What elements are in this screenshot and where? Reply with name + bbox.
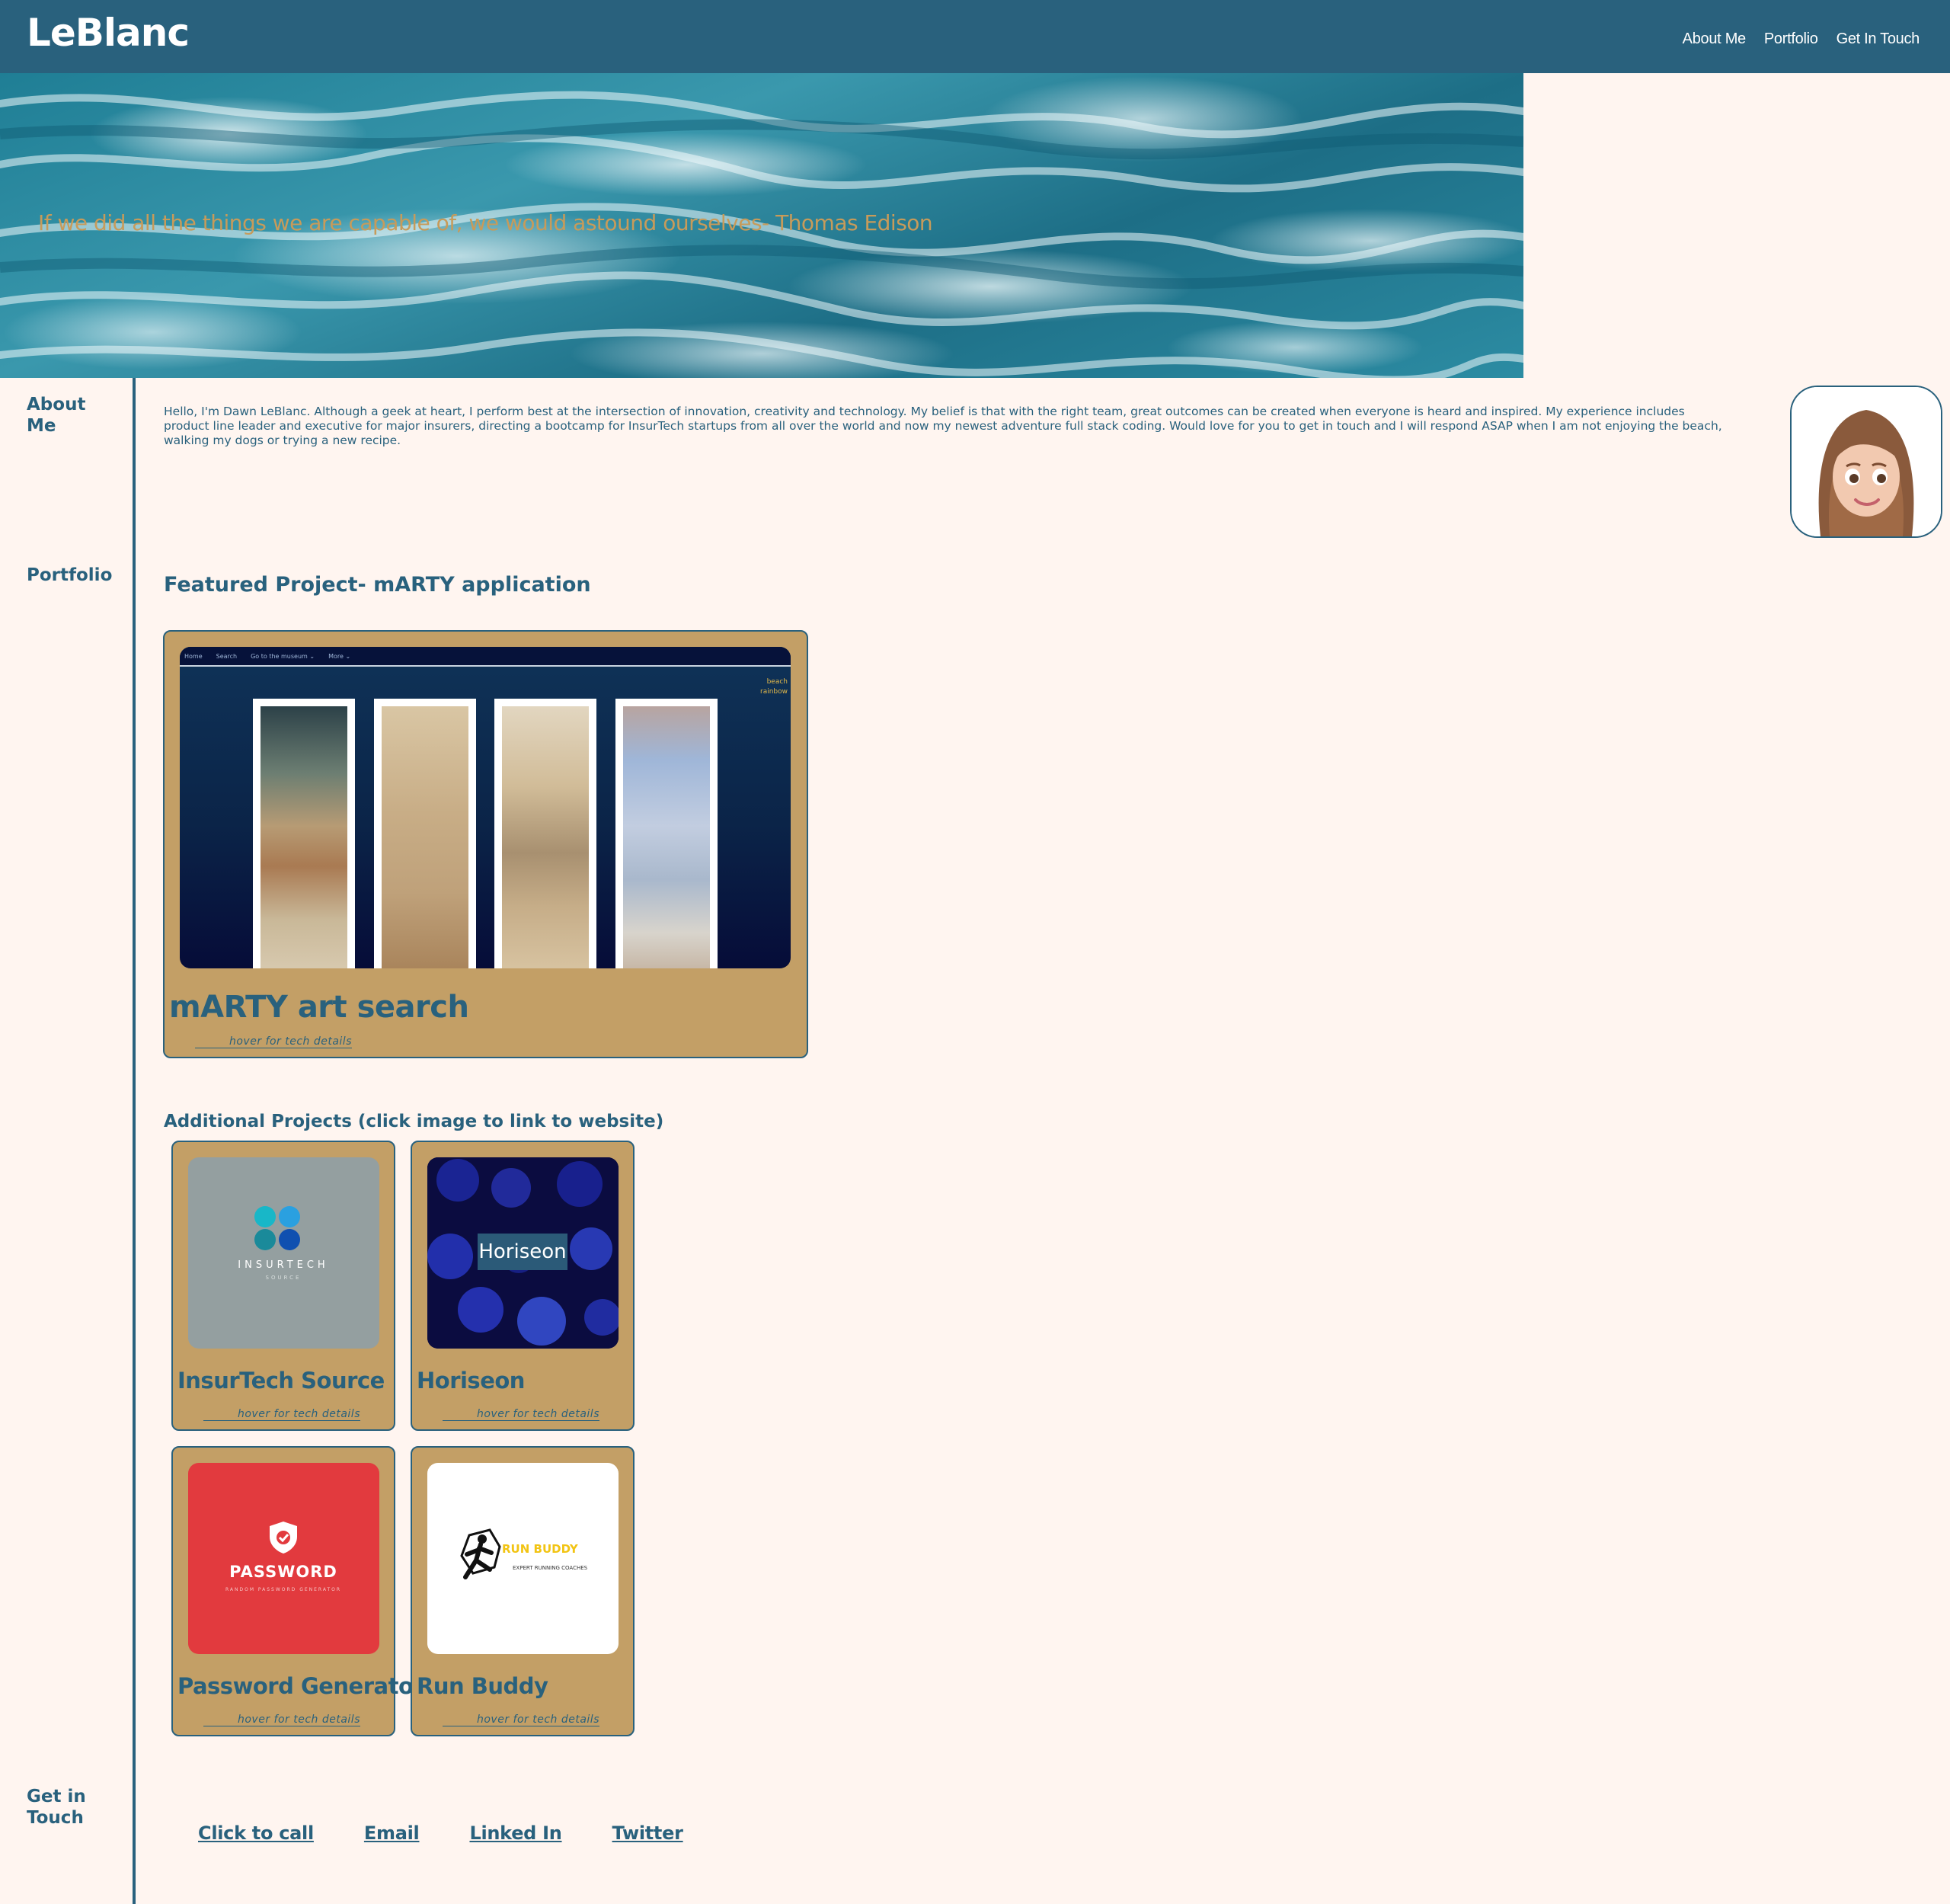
project-card-insurtech[interactable]: INSURTECH SOURCE InsurTech Source hover …	[171, 1141, 395, 1431]
nav-get-in-touch[interactable]: Get In Touch	[1837, 30, 1920, 48]
horiseon-thumbnail[interactable]: Horiseon	[427, 1157, 619, 1349]
email-link[interactable]: Email	[364, 1822, 443, 1844]
tech-details-hint[interactable]: hover for tech details	[443, 1714, 599, 1726]
tech-details-hint[interactable]: hover for tech details	[443, 1408, 599, 1421]
marty-nav-item: More ⌄	[328, 652, 351, 660]
marty-side-links: beach rainbow	[760, 677, 788, 697]
sidebar-divider	[133, 378, 136, 1904]
marty-side-link: rainbow	[760, 688, 788, 696]
insurtech-logo-icon: INSURTECH SOURCE	[238, 1206, 328, 1281]
twitter-link[interactable]: Twitter	[612, 1822, 683, 1844]
link-label: Twitter	[612, 1822, 683, 1844]
artwork-panel	[494, 699, 596, 968]
sidebar-about-label: About Me	[27, 395, 86, 436]
hero-banner: If we did all the things we are capable …	[0, 73, 1523, 378]
artwork-panel	[615, 699, 718, 968]
link-label: Click to call	[198, 1822, 314, 1844]
password-thumbnail[interactable]: PASSWORD RANDOM PASSWORD GENERATOR	[188, 1463, 379, 1654]
project-card-run-buddy[interactable]: RUN BUDDY EXPERT RUNNING COACHES Run Bud…	[411, 1446, 635, 1736]
insurtech-thumbnail[interactable]: INSURTECH SOURCE	[188, 1157, 379, 1349]
insurtech-logo-subtext: SOURCE	[266, 1275, 302, 1281]
run-buddy-logo-subtext: EXPERT RUNNING COACHES	[513, 1565, 588, 1571]
contact-links: Click to call Email Linked In Twitter	[198, 1822, 711, 1844]
project-title: Run Buddy	[417, 1673, 548, 1699]
additional-heading: Additional Projects (click image to link…	[164, 1112, 664, 1131]
runner-logo-icon: RUN BUDDY EXPERT RUNNING COACHES	[460, 1528, 588, 1579]
click-to-call-link[interactable]: Click to call	[198, 1822, 337, 1844]
project-card-password[interactable]: PASSWORD RANDOM PASSWORD GENERATOR Passw…	[171, 1446, 424, 1736]
sidebar-portfolio-label: Portfolio	[27, 565, 113, 585]
sidebar-contact-label: Get in Touch	[27, 1787, 86, 1828]
about-paragraph: Hello, I'm Dawn LeBlanc. Although a geek…	[164, 405, 1722, 447]
nav-portfolio[interactable]: Portfolio	[1764, 30, 1818, 48]
marty-nav-item: Search	[216, 652, 238, 660]
marty-nav-item: Home	[184, 652, 203, 660]
brand-logo[interactable]: LeBlanc	[27, 11, 190, 55]
tech-details-hint[interactable]: hover for tech details	[203, 1714, 360, 1726]
main-nav: About Me Portfolio Get In Touch	[1683, 30, 1920, 48]
avatar	[1790, 386, 1942, 538]
project-card-horiseon[interactable]: Horiseon Horiseon hover for tech details	[411, 1141, 635, 1431]
linkedin-link[interactable]: Linked In	[469, 1822, 584, 1844]
link-label: Linked In	[469, 1822, 562, 1844]
shield-check-icon: PASSWORD RANDOM PASSWORD GENERATOR	[225, 1522, 341, 1592]
link-label: Email	[363, 1822, 420, 1844]
tech-details-hint[interactable]: hover for tech details	[195, 1035, 352, 1048]
project-title: Horiseon	[417, 1368, 525, 1394]
top-header: LeBlanc About Me Portfolio Get In Touch	[0, 0, 1950, 73]
tech-details-hint[interactable]: hover for tech details	[203, 1408, 360, 1421]
insurtech-logo-text: INSURTECH	[238, 1259, 328, 1271]
featured-project-card[interactable]: Home Search Go to the museum ⌄ More ⌄ be…	[163, 630, 808, 1058]
nav-about-me[interactable]: About Me	[1683, 30, 1747, 48]
horiseon-logo-text: Horiseon	[478, 1234, 567, 1270]
project-title: InsurTech Source	[177, 1368, 385, 1394]
artwork-panel	[253, 699, 355, 968]
marty-side-link: beach	[766, 678, 788, 686]
run-buddy-logo-text: RUN BUDDY	[502, 1542, 579, 1556]
featured-heading: Featured Project- mARTY application	[164, 573, 591, 597]
marty-nav-item: Go to the museum ⌄	[251, 652, 315, 660]
artwork-panel	[374, 699, 476, 968]
memoji-avatar-icon	[1792, 387, 1941, 536]
marty-nav: Home Search Go to the museum ⌄ More ⌄	[180, 647, 791, 667]
password-logo-subtext: RANDOM PASSWORD GENERATOR	[225, 1587, 341, 1592]
hero-quote: If we did all the things we are capable …	[38, 210, 933, 235]
featured-project-title: mARTY art search	[169, 990, 469, 1025]
password-logo-text: PASSWORD	[229, 1563, 337, 1581]
marty-screenshot[interactable]: Home Search Go to the museum ⌄ More ⌄ be…	[180, 647, 791, 968]
run-buddy-thumbnail[interactable]: RUN BUDDY EXPERT RUNNING COACHES	[427, 1463, 619, 1654]
project-title: Password Generator	[177, 1673, 424, 1699]
